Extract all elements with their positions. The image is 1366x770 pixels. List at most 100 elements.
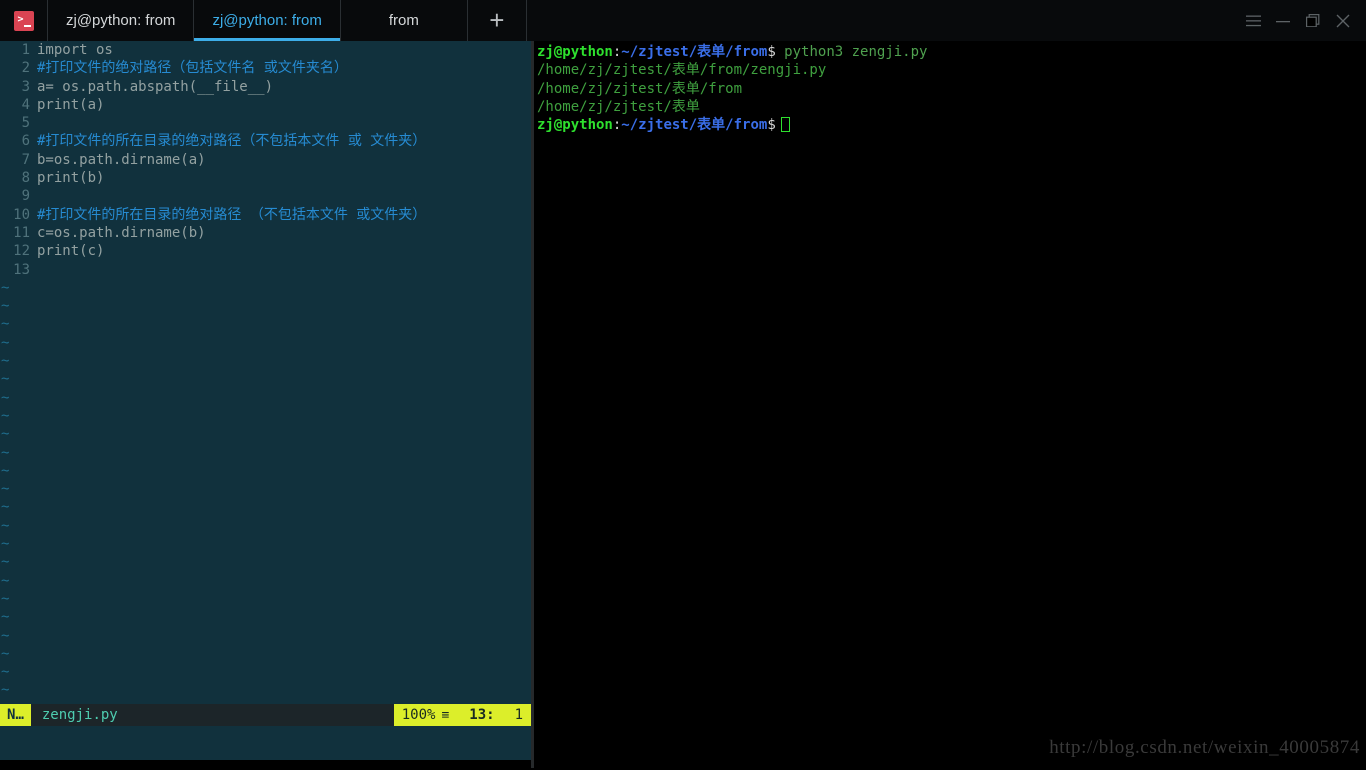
status-filename-text: zengji.py	[41, 707, 118, 723]
code-line[interactable]: 9	[0, 187, 531, 205]
code-area[interactable]: 1 import os 2 #打印文件的绝对路径（包括文件名 或文件夹名） 3 a= os…	[0, 41, 531, 704]
maximize-icon[interactable]	[1298, 6, 1328, 36]
empty-line-marker-row: ~	[0, 425, 531, 443]
line-number: 7	[21, 151, 30, 168]
line-number: 3	[21, 78, 30, 95]
tab-2[interactable]: from	[341, 0, 468, 41]
prompt-dollar: $	[767, 44, 776, 60]
status-column-number: 1	[514, 707, 523, 723]
code-line[interactable]: 6 #打印文件的所在目录的绝对路径（不包括本文件 或 文件夹）	[0, 132, 531, 150]
code-line[interactable]: 1 import os	[0, 41, 531, 59]
tilde-marker: ~	[1, 627, 10, 644]
tilde-marker: ~	[1, 499, 10, 516]
tilde-marker: ~	[1, 664, 10, 681]
empty-line-marker-row: ~	[0, 444, 531, 462]
terminal-output-line: /home/zj/zjtest/表单/from/zengji.py	[534, 61, 1366, 79]
prompt-path: ~/zjtest/表单/from	[621, 44, 768, 60]
status-mode-suffix: …	[15, 707, 24, 723]
tilde-marker: ~	[1, 389, 10, 406]
empty-line-marker-row: ~	[0, 535, 531, 553]
code-line[interactable]: 3 a= os.path.abspath(__file__)	[0, 78, 531, 96]
terminal-command: python3 zengji.py	[775, 44, 928, 60]
tilde-marker: ~	[1, 572, 10, 589]
terminal-cursor	[780, 117, 790, 133]
code-line[interactable]: 11 c=os.path.dirname(b)	[0, 224, 531, 242]
line-number: 10	[13, 206, 30, 223]
code-line[interactable]: 7 b=os.path.dirname(a)	[0, 151, 531, 169]
watermark-text: http://blog.csdn.net/weixin_40005874	[1049, 737, 1360, 758]
tilde-marker: ~	[1, 462, 10, 479]
empty-line-marker-row: ~	[0, 407, 531, 425]
line-number: 6	[21, 133, 30, 150]
tab-label: zj@python: from	[212, 12, 322, 29]
status-mode-indicator: N…	[0, 704, 31, 726]
tilde-marker: ~	[1, 682, 10, 699]
watermark: http://blog.csdn.net/weixin_40005874	[1049, 737, 1360, 759]
tilde-marker: ~	[1, 609, 10, 626]
code-line[interactable]: 4 print(a)	[0, 96, 531, 114]
tilde-marker: ~	[1, 554, 10, 571]
tilde-marker: ~	[1, 279, 10, 296]
code-line[interactable]: 12 print(c)	[0, 242, 531, 260]
terminal-icon-chevron: >	[17, 13, 24, 25]
status-filename: zengji.py	[30, 704, 394, 726]
tilde-marker: ~	[1, 590, 10, 607]
empty-line-marker-row: ~	[0, 462, 531, 480]
empty-line-marker-row: ~	[0, 681, 531, 699]
code-text: import os	[37, 42, 113, 58]
tilde-marker: ~	[1, 536, 10, 553]
editor-statusbar: N… zengji.py 100% ≡ 13: 1	[0, 704, 531, 726]
terminal-output-text: /home/zj/zjtest/表单/from	[537, 80, 743, 97]
code-comment-text: #打印文件的所在目录的绝对路径 （不包括本文件 或文件夹）	[37, 206, 427, 223]
empty-line-marker-row: ~	[0, 370, 531, 388]
code-text: print(a)	[37, 96, 105, 113]
code-line[interactable]: 13	[0, 261, 531, 279]
tilde-marker: ~	[1, 481, 10, 498]
hamburger-menu-icon[interactable]	[1238, 6, 1268, 36]
tilde-marker: ~	[1, 298, 10, 315]
app-icon-container: >	[0, 0, 48, 41]
empty-line-marker-row: ~	[0, 517, 531, 535]
lines-glyph-icon: ≡	[441, 707, 450, 723]
empty-line-marker-row: ~	[0, 352, 531, 370]
tab-1-active[interactable]: zj@python: from	[194, 0, 341, 41]
minimize-icon[interactable]	[1268, 6, 1298, 36]
terminal-pane[interactable]: zj@python:~/zjtest/表单/from$ python3 zeng…	[534, 41, 1366, 770]
tilde-marker: ~	[1, 334, 10, 351]
empty-line-marker-row: ~	[0, 389, 531, 407]
terminal-output-line: /home/zj/zjtest/表单	[534, 98, 1366, 116]
tilde-marker: ~	[1, 407, 10, 424]
empty-line-marker-row: ~	[0, 315, 531, 333]
terminal-output-text: /home/zj/zjtest/表单	[537, 98, 700, 115]
line-number: 1	[21, 42, 30, 58]
line-number: 13	[13, 261, 30, 278]
code-text: print(c)	[37, 243, 105, 260]
code-line[interactable]: 8 print(b)	[0, 169, 531, 187]
code-line[interactable]: 10 #打印文件的所在目录的绝对路径 （不包括本文件 或文件夹）	[0, 206, 531, 224]
tilde-marker: ~	[1, 645, 10, 662]
empty-line-marker-row: ~	[0, 297, 531, 315]
tab-0[interactable]: zj@python: from	[48, 0, 195, 41]
empty-line-marker-row: ~	[0, 334, 531, 352]
line-number: 4	[21, 96, 30, 113]
empty-line-marker-row: ~	[0, 498, 531, 516]
status-mode-letter: N	[7, 707, 16, 723]
tilde-marker: ~	[1, 517, 10, 534]
code-line[interactable]: 5	[0, 114, 531, 132]
editor-pane[interactable]: 1 import os 2 #打印文件的绝对路径（包括文件名 或文件夹名） 3 a= os…	[0, 41, 531, 760]
prompt-path: ~/zjtest/表单/from	[621, 117, 768, 134]
terminal-output-line: /home/zj/zjtest/表单/from	[534, 80, 1366, 98]
window-controls	[1238, 0, 1366, 41]
empty-line-marker-row: ~	[0, 480, 531, 498]
empty-line-marker-row: ~	[0, 279, 531, 297]
line-number: 11	[13, 224, 30, 241]
tilde-marker: ~	[1, 444, 10, 461]
close-icon[interactable]	[1328, 6, 1358, 36]
new-tab-button[interactable]: +	[468, 0, 527, 41]
empty-line-marker-row: ~	[0, 590, 531, 608]
code-line[interactable]: 2 #打印文件的绝对路径（包括文件名 或文件夹名）	[0, 59, 531, 77]
empty-line-marker-row: ~	[0, 645, 531, 663]
line-number: 5	[21, 115, 30, 132]
line-number: 12	[13, 243, 30, 260]
terminal-prompt-line: zj@python:~/zjtest/表单/from$	[534, 116, 1366, 134]
